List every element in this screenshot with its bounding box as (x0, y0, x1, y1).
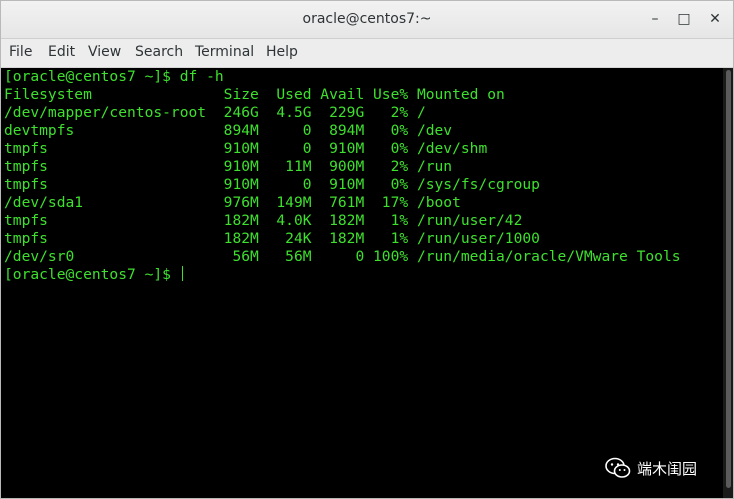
terminal-line: /dev/sda1 976M 149M 761M 17% /boot (4, 194, 461, 211)
prompt: [oracle@centos7 ~]$ (4, 266, 180, 283)
terminal-line: tmpfs 182M 24K 182M 1% /run/user/1000 (4, 230, 540, 247)
window-title: oracle@centos7:~ (302, 11, 432, 27)
menu-edit[interactable]: Edit (48, 44, 75, 60)
maximize-button[interactable]: □ (675, 10, 693, 28)
terminal-line: tmpfs 182M 4.0K 182M 1% /run/user/42 (4, 212, 523, 229)
terminal-line: /dev/sr0 56M 56M 0 100% /run/media/oracl… (4, 248, 681, 265)
wechat-icon (605, 457, 631, 478)
terminal-window: oracle@centos7:~ – □ ✕ File Edit View Se… (0, 0, 734, 499)
terminal-line: tmpfs 910M 0 910M 0% /sys/fs/cgroup (4, 176, 540, 193)
text-cursor (181, 266, 183, 281)
menu-file[interactable]: File (9, 44, 32, 60)
watermark: 端木闺园 (605, 456, 697, 480)
title-bar[interactable]: oracle@centos7:~ – □ ✕ (1, 1, 733, 39)
prompt-line[interactable]: [oracle@centos7 ~]$ (4, 266, 183, 284)
terminal-output[interactable]: [oracle@centos7 ~]$ df -h Filesystem Siz… (1, 68, 723, 498)
terminal-line: tmpfs 910M 0 910M 0% /dev/shm (4, 140, 488, 157)
scrollbar-thumb[interactable] (726, 70, 731, 488)
terminal-line: [oracle@centos7 ~]$ df -h (4, 68, 224, 85)
menu-view[interactable]: View (88, 44, 121, 60)
terminal-line: devtmpfs 894M 0 894M 0% /dev (4, 122, 453, 139)
terminal-line: /dev/mapper/centos-root 246G 4.5G 229G 2… (4, 104, 426, 121)
terminal-line: Filesystem Size Used Avail Use% Mounted … (4, 86, 505, 103)
scrollbar[interactable] (723, 68, 733, 498)
close-button[interactable]: ✕ (706, 10, 724, 28)
menu-bar: File Edit View Search Terminal Help (1, 39, 733, 68)
minimize-button[interactable]: – (646, 10, 664, 28)
menu-help[interactable]: Help (266, 44, 298, 60)
terminal-line: tmpfs 910M 11M 900M 2% /run (4, 158, 453, 175)
menu-terminal[interactable]: Terminal (195, 44, 254, 60)
menu-search[interactable]: Search (135, 44, 183, 60)
watermark-text: 端木闺园 (637, 459, 698, 478)
